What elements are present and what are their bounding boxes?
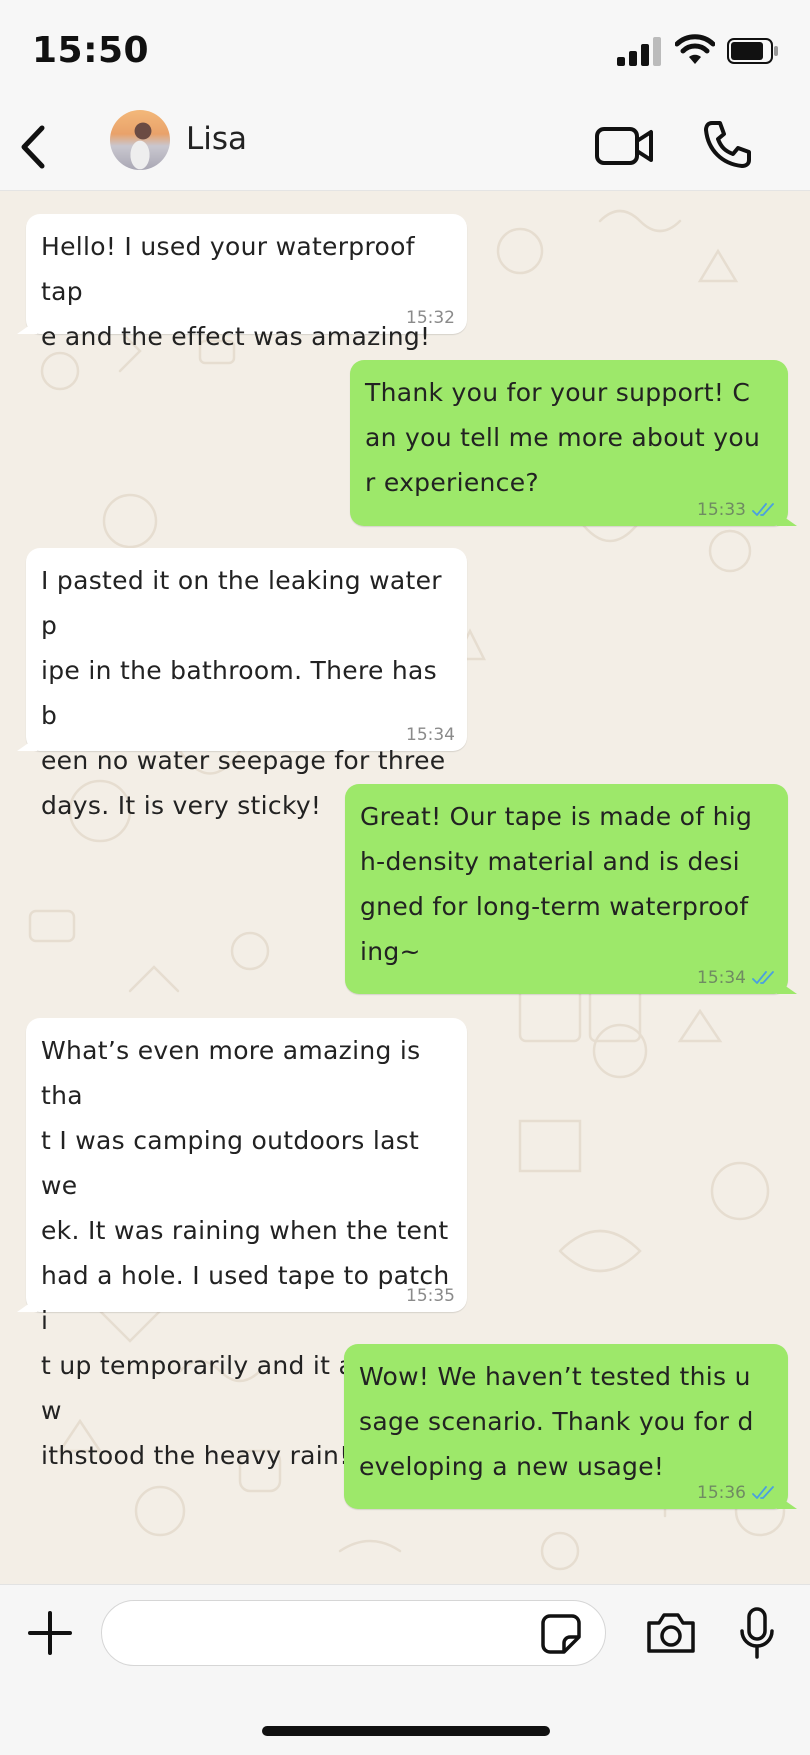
message-input[interactable]: [101, 1600, 606, 1666]
message-text: Hello! I used your waterproof tap e and …: [41, 232, 431, 351]
message-text: Wow! We haven’t tested this u sage scena…: [359, 1362, 754, 1481]
message-outgoing[interactable]: Wow! We haven’t tested this u sage scena…: [344, 1344, 797, 1509]
bubble-tail: [777, 980, 797, 994]
microphone-icon[interactable]: [738, 1607, 776, 1659]
message-time: 15:34: [406, 725, 455, 745]
status-time: 15:50: [32, 30, 150, 71]
message-time: 15:36: [697, 1483, 746, 1503]
message-outgoing[interactable]: Thank you for your support! C an you tel…: [350, 360, 797, 526]
message-incoming[interactable]: Hello! I used your waterproof tap e and …: [17, 214, 467, 351]
composer-bar: [0, 1584, 810, 1755]
read-receipt-icon: [752, 1486, 774, 1499]
home-indicator: [262, 1726, 550, 1736]
chat-header: Lisa: [0, 105, 810, 191]
message-time: 15:33: [697, 500, 746, 520]
back-arrow-icon[interactable]: [14, 122, 54, 172]
read-receipt-icon: [752, 971, 774, 984]
contact-name[interactable]: Lisa: [186, 121, 247, 157]
bubble-tail: [17, 1298, 37, 1312]
video-call-icon[interactable]: [594, 121, 654, 171]
message-meta: 15:35: [406, 1286, 455, 1306]
message-text: Great! Our tape is made of hig h-density…: [360, 802, 753, 966]
message-outgoing[interactable]: Great! Our tape is made of hig h-density…: [345, 784, 797, 994]
chat-screen: 15:50 Lisa Hello! I used your waterproof…: [0, 0, 810, 1755]
message-meta: 15:32: [406, 308, 455, 328]
battery-icon: [727, 38, 778, 64]
message-meta: 15:36: [697, 1483, 776, 1503]
bubble-tail: [777, 1495, 797, 1509]
plus-icon[interactable]: [26, 1609, 74, 1657]
message-time: 15:35: [406, 1286, 455, 1306]
message-meta: 15:34: [406, 725, 455, 745]
bubble-tail: [17, 737, 37, 751]
read-receipt-icon: [752, 503, 774, 516]
message-incoming[interactable]: What’s even more amazing is tha t I was …: [17, 1018, 467, 1470]
status-bar: 15:50: [0, 0, 810, 105]
message-time: 15:32: [406, 308, 455, 328]
message-incoming[interactable]: I pasted it on the leaking water p ipe i…: [17, 548, 467, 820]
bubble-tail: [777, 512, 797, 526]
camera-icon[interactable]: [645, 1611, 697, 1655]
contact-avatar[interactable]: [110, 110, 170, 170]
message-list[interactable]: Hello! I used your waterproof tap e and …: [0, 191, 810, 1584]
message-meta: 15:33: [697, 500, 776, 520]
message-text: Thank you for your support! C an you tel…: [365, 378, 761, 497]
message-time: 15:34: [697, 968, 746, 988]
phone-call-icon[interactable]: [702, 119, 752, 169]
message-meta: 15:34: [697, 968, 776, 988]
wifi-icon: [675, 34, 715, 64]
cellular-signal-icon: [617, 36, 663, 66]
sticker-icon[interactable]: [540, 1613, 582, 1655]
bubble-tail: [17, 320, 37, 334]
